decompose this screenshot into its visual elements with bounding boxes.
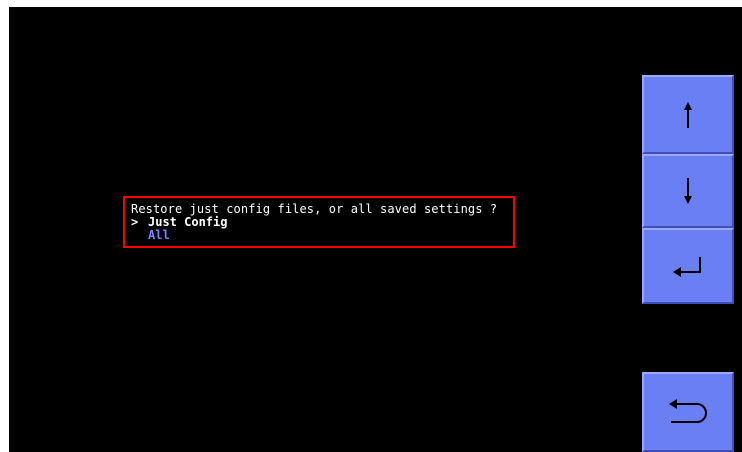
down-button[interactable] xyxy=(642,154,734,228)
option-label: All xyxy=(148,228,170,242)
option-label: Just Config xyxy=(148,215,228,229)
arrow-down-icon xyxy=(684,178,692,204)
restore-prompt: Restore just config files, or all saved … xyxy=(131,202,498,216)
enter-button[interactable] xyxy=(642,228,734,304)
enter-icon xyxy=(673,257,701,277)
back-icon xyxy=(669,399,707,423)
up-button[interactable] xyxy=(642,75,734,154)
restore-dialog: Restore just config files, or all saved … xyxy=(123,196,515,248)
selection-marker: > xyxy=(131,215,139,229)
option-all[interactable]: All xyxy=(131,228,507,242)
back-button[interactable] xyxy=(642,372,734,452)
option-just-config[interactable]: > Just Config xyxy=(131,215,507,229)
arrow-up-icon xyxy=(684,101,692,128)
